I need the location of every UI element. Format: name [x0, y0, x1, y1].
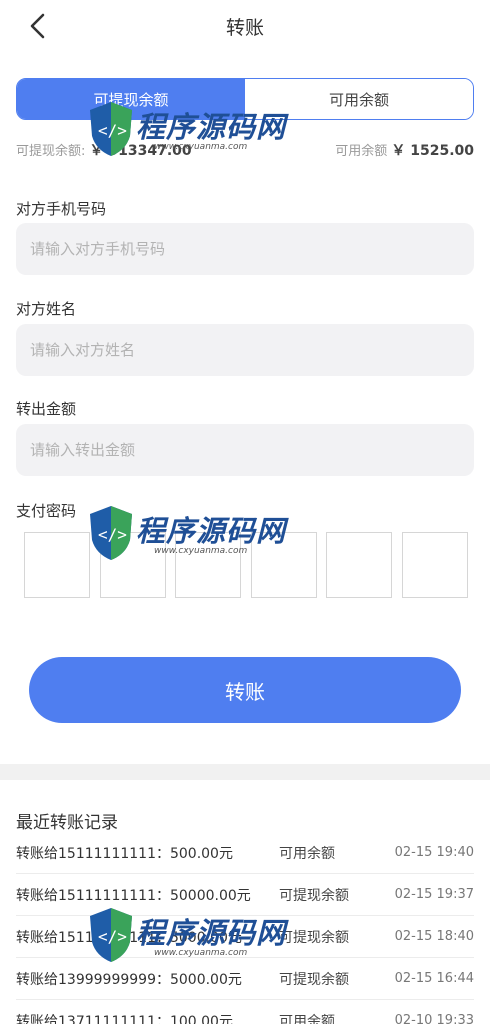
tab-available-balance[interactable]: 可用余额 — [245, 79, 473, 119]
available-balance: 可用余额 ￥ 1525.00 — [335, 140, 474, 160]
record-type: 可提现余额 — [279, 929, 349, 946]
password-digit-box[interactable] — [99, 532, 166, 598]
record-type: 可提现余额 — [279, 971, 349, 988]
payment-password-input — [24, 532, 468, 598]
tab-withdrawable-balance[interactable]: 可提现余额 — [17, 79, 245, 119]
password-digit-box[interactable] — [326, 532, 393, 598]
available-balance-value: ￥ 1525.00 — [391, 143, 474, 159]
record-type: 可用余额 — [279, 1013, 335, 1024]
back-button[interactable] — [22, 10, 52, 42]
password-digit-box[interactable] — [24, 532, 90, 598]
chevron-left-icon — [30, 13, 45, 39]
name-input[interactable] — [16, 324, 474, 376]
record-time: 02-15 19:37 — [394, 887, 474, 902]
name-label: 对方姓名 — [16, 300, 77, 318]
transfer-button[interactable]: 转账 — [29, 657, 461, 723]
transfer-records-list: 转账给15111111111：500.00元 可用余额 02-15 19:40 … — [16, 832, 474, 1024]
withdrawable-balance-label: 可提现余额: — [16, 144, 86, 159]
record-time: 02-15 19:40 — [394, 845, 474, 860]
list-item[interactable]: 转账给13999999999：5000.00元 可提现余额 02-15 16:4… — [16, 958, 474, 1000]
svg-text:</>: </> — [98, 121, 127, 140]
withdrawable-balance-value: ￥ 913347.00 — [89, 143, 192, 159]
list-item[interactable]: 转账给15111111111：50000.00元 可提现余额 02-15 19:… — [16, 874, 474, 916]
password-digit-box[interactable] — [175, 532, 242, 598]
phone-input[interactable] — [16, 223, 474, 275]
record-type: 可用余额 — [279, 845, 335, 862]
balance-type-segment: 可提现余额 可用余额 — [16, 78, 474, 120]
record-time: 02-15 18:40 — [394, 929, 474, 944]
password-digit-box[interactable] — [401, 532, 468, 598]
password-label: 支付密码 — [16, 502, 77, 520]
record-text: 转账给15111111111：50000.00元 — [16, 887, 251, 904]
withdrawable-balance: 可提现余额: ￥ 913347.00 — [16, 140, 192, 160]
record-type: 可提现余额 — [279, 887, 349, 904]
list-item[interactable]: 转账给15111111111：5000.00元 可提现余额 02-15 18:4… — [16, 916, 474, 958]
list-item[interactable]: 转账给15111111111：500.00元 可用余额 02-15 19:40 — [16, 832, 474, 874]
records-title: 最近转账记录 — [16, 813, 118, 833]
password-digit-box[interactable] — [250, 532, 317, 598]
amount-input[interactable] — [16, 424, 474, 476]
page-title: 转账 — [225, 16, 264, 39]
balance-summary: 可提现余额: ￥ 913347.00 可用余额 ￥ 1525.00 — [16, 140, 474, 160]
header: 转账 — [0, 0, 490, 52]
record-text: 转账给15111111111：500.00元 — [16, 845, 233, 862]
amount-label: 转出金额 — [16, 400, 77, 418]
section-divider — [0, 764, 490, 780]
list-item[interactable]: 转账给13711111111：100.00元 可用余额 02-10 19:33 — [16, 1000, 474, 1024]
available-balance-label: 可用余额 — [335, 144, 388, 159]
record-text: 转账给15111111111：5000.00元 — [16, 929, 242, 946]
record-time: 02-15 16:44 — [394, 971, 474, 986]
record-time: 02-10 19:33 — [394, 1013, 474, 1024]
record-text: 转账给13711111111：100.00元 — [16, 1013, 233, 1024]
record-text: 转账给13999999999：5000.00元 — [16, 971, 242, 988]
phone-label: 对方手机号码 — [16, 200, 107, 218]
